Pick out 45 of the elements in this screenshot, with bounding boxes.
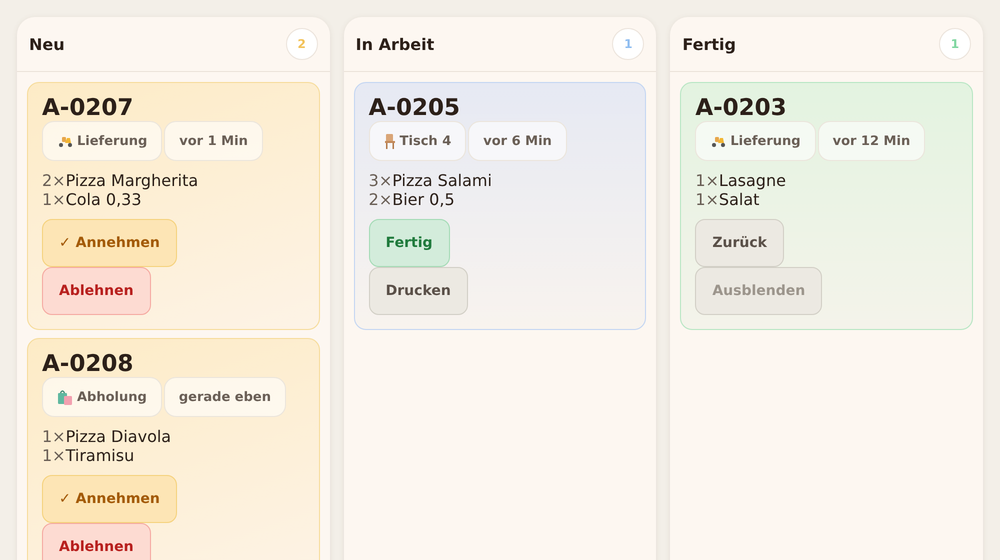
item-name: Salat	[718, 190, 760, 209]
time-chip: vor 12 Min	[818, 121, 926, 161]
item-name: Tiramisu	[66, 446, 134, 465]
time-chip: vor 6 Min	[468, 121, 567, 161]
order-number: A-0203	[695, 95, 788, 121]
item-quantity: 1×	[42, 190, 66, 209]
column-title: Neu	[29, 34, 65, 54]
action-button[interactable]: ✓ Annehmen	[42, 475, 177, 523]
order-number: A-0205	[368, 95, 462, 121]
item-quantity: 1×	[42, 427, 66, 446]
shopping-bag-icon	[57, 389, 73, 405]
order-type-chip: Tisch 4	[368, 121, 466, 161]
order-number: A-0207	[42, 95, 134, 121]
count-badge: 2	[286, 28, 318, 60]
item-quantity: 1×	[695, 171, 719, 190]
order-type-chip: Lieferung	[42, 121, 162, 161]
column-title: Fertig	[682, 34, 736, 54]
order-type-chip: Abholung	[42, 377, 162, 417]
item-quantity: 2×	[42, 171, 66, 190]
action-button[interactable]: Fertig	[368, 219, 450, 267]
column-title: In Arbeit	[356, 34, 434, 54]
order-type-chip: Lieferung	[695, 121, 816, 161]
item-quantity: 2×	[368, 190, 392, 209]
item-name: Cola 0,33	[66, 190, 142, 209]
item-name: Lasagne	[718, 171, 786, 190]
item-name: Pizza Margherita	[66, 171, 198, 190]
count-badge: 1	[938, 28, 971, 60]
item-name: Bier 0,5	[392, 190, 455, 209]
item-name: Pizza Diavola	[66, 427, 172, 446]
item-quantity: 1×	[695, 190, 719, 209]
action-button[interactable]: Zurück	[695, 219, 784, 267]
item-quantity: 3×	[368, 171, 392, 190]
time-chip: gerade eben	[164, 377, 286, 417]
scooter-icon	[710, 134, 726, 148]
action-button[interactable]: ✓ Annehmen	[42, 219, 177, 267]
action-button[interactable]: Ablehnen	[42, 523, 151, 560]
item-quantity: 1×	[42, 446, 66, 465]
action-button[interactable]: Drucken	[368, 267, 468, 315]
action-button[interactable]: Ablehnen	[42, 267, 151, 315]
scooter-icon	[57, 134, 73, 148]
item-name: Pizza Salami	[392, 171, 492, 190]
count-badge: 1	[612, 28, 644, 60]
time-chip: vor 1 Min	[164, 121, 263, 161]
chair-icon	[384, 134, 396, 148]
order-number: A-0208	[42, 351, 134, 377]
